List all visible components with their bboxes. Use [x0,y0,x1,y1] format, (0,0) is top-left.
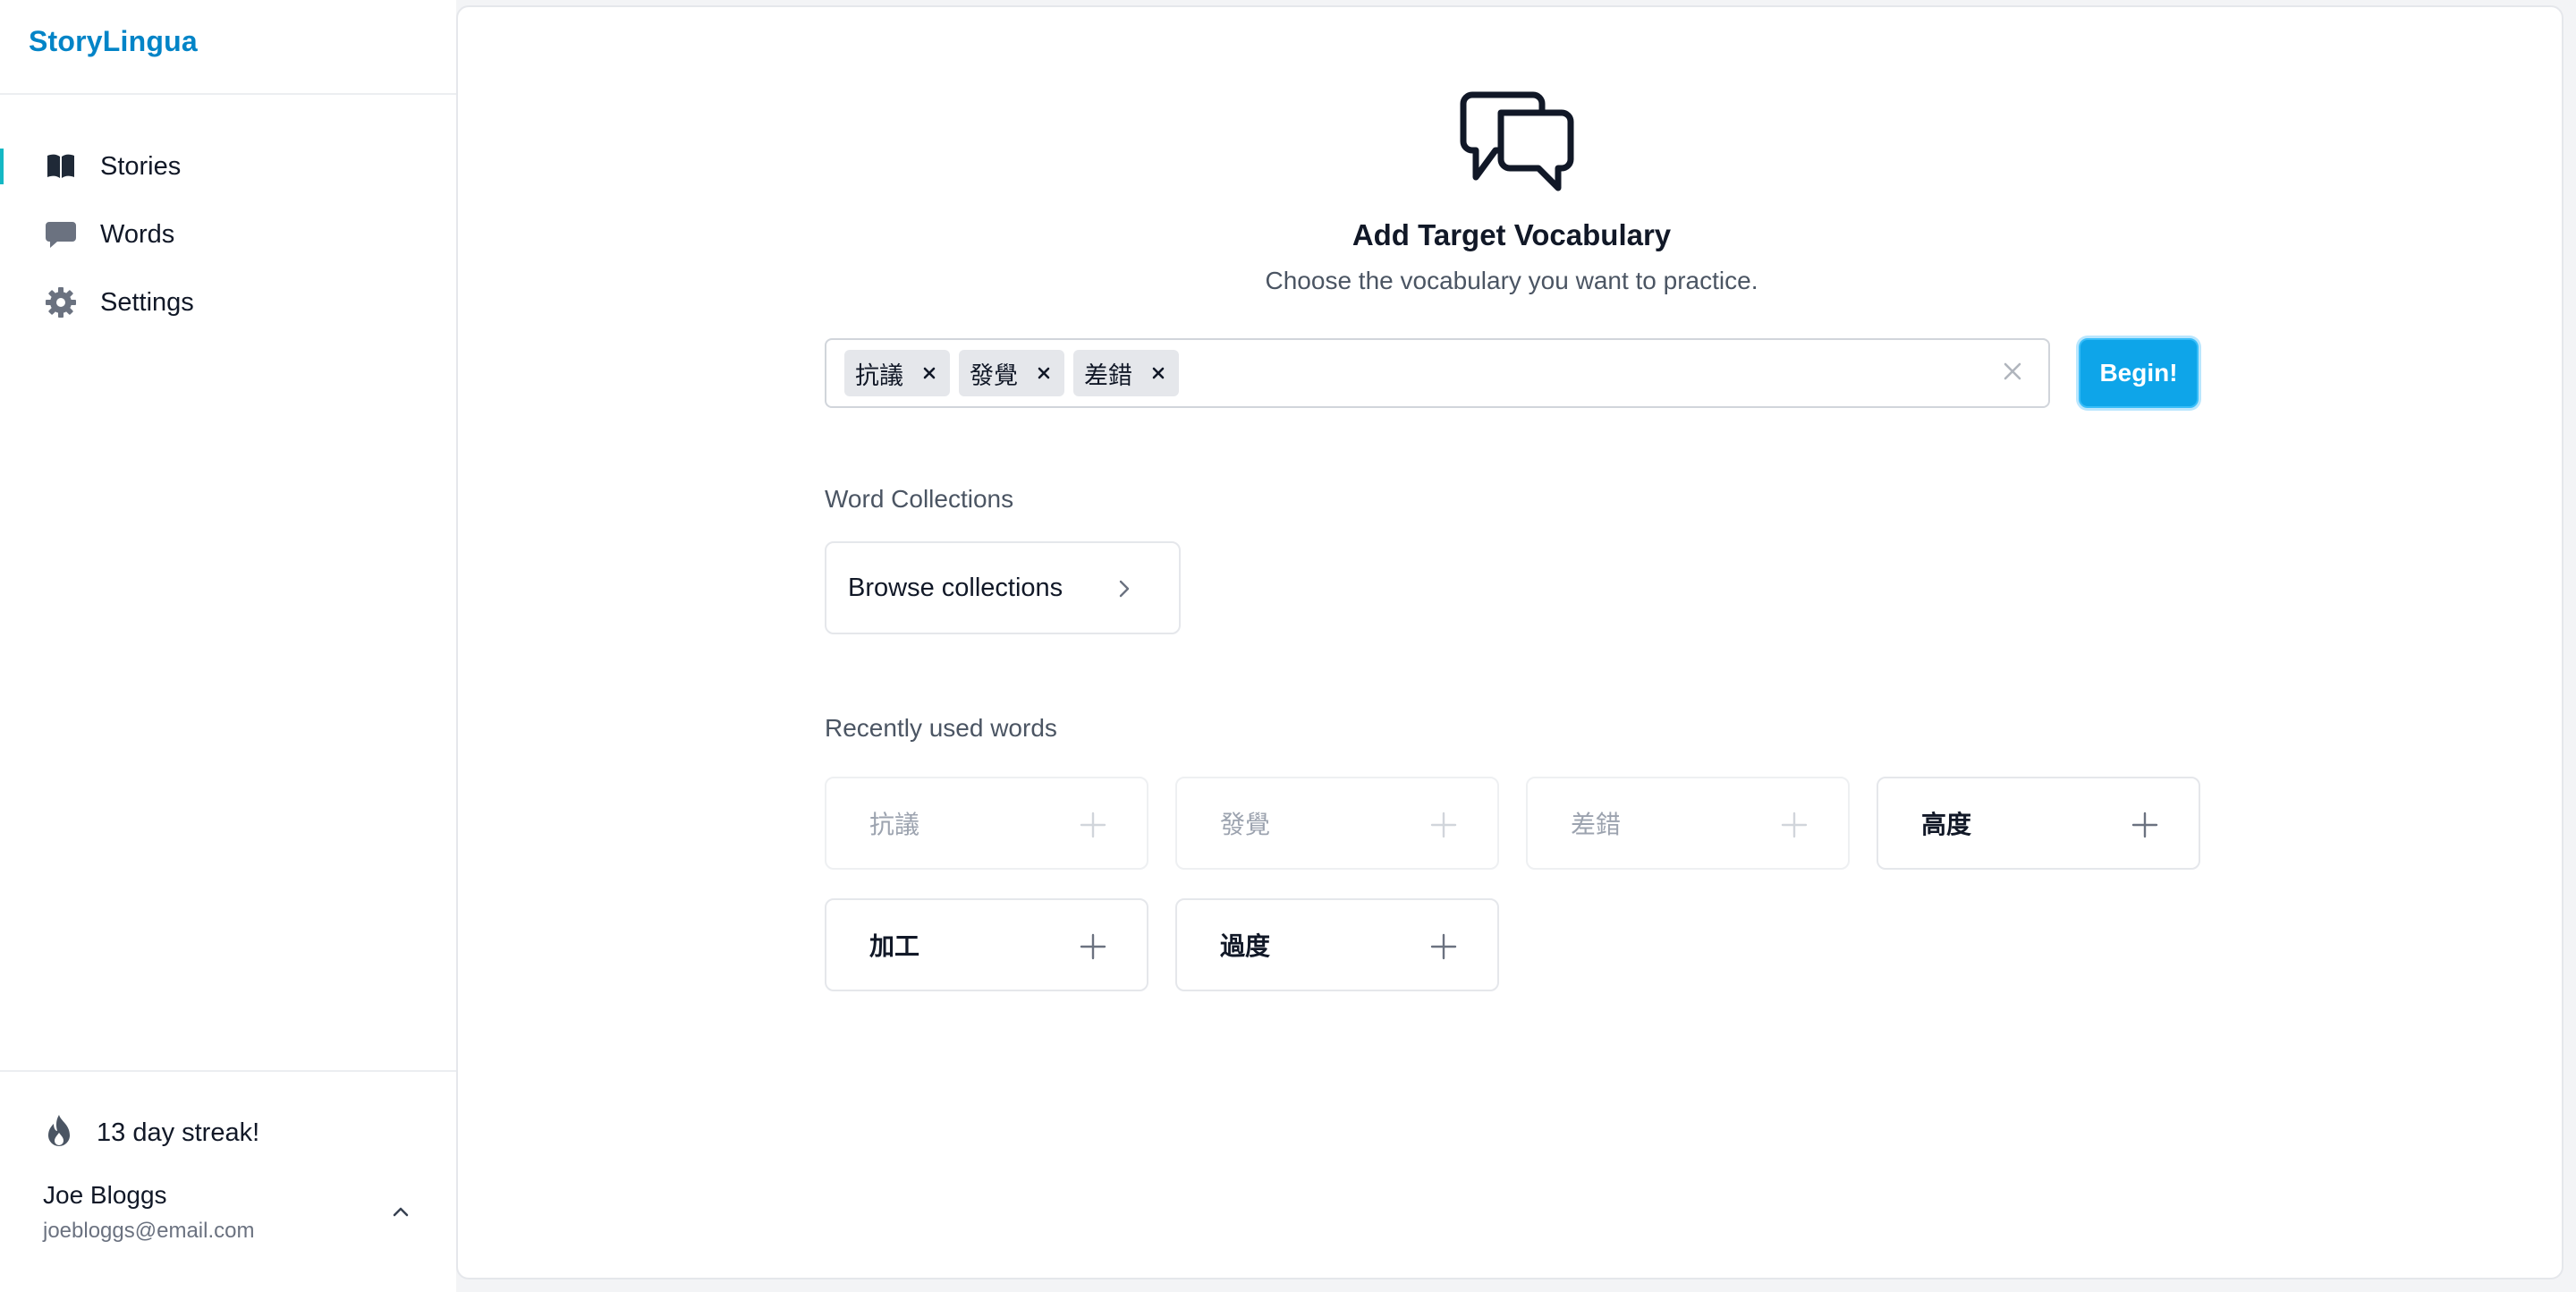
clear-input-button[interactable] [1995,355,2030,391]
sidebar-item-words[interactable]: Words [0,200,456,268]
sidebar-item-label: Settings [100,287,194,317]
page-subtitle: Choose the vocabulary you want to practi… [1265,267,1758,294]
chevron-up-icon [392,1205,410,1222]
plus-icon [1079,811,1107,839]
main-panel: Add Target Vocabulary Choose the vocabul… [456,5,2563,1279]
remove-chip-icon[interactable] [1034,363,1054,383]
vocabulary-input[interactable]: 抗議 發覺 差錯 [825,338,2050,408]
recent-word-label: 加工 [869,932,920,960]
user-name: Joe Bloggs [43,1181,167,1209]
flame-icon [43,1113,75,1153]
plus-icon [1429,932,1458,961]
word-collections-heading: Word Collections [825,485,1014,513]
sidebar-divider [0,1070,456,1072]
sidebar-item-label: Words [100,219,175,249]
plus-icon [1079,932,1107,961]
chevron-right-icon [1111,575,1138,602]
sidebar-divider [0,93,456,95]
user-profile: Joe Bloggs joebloggs@email.com [43,1181,419,1244]
speech-bubble-icon [43,217,79,252]
recent-word-card[interactable]: 過度 [1175,898,1499,991]
recent-word-label: 高度 [1921,811,1972,838]
browse-collections-label: Browse collections [848,573,1063,602]
user-email: joebloggs@email.com [43,1219,255,1243]
sidebar-item-label: Stories [100,151,182,181]
vocabulary-text-input[interactable] [1188,346,1995,400]
vocab-chip: 差錯 [1073,350,1179,396]
vocab-chip-label: 抗議 [855,361,903,389]
recent-word-card[interactable]: 抗議 [825,777,1148,870]
browse-collections-button[interactable]: Browse collections [825,541,1181,634]
recent-word-card[interactable]: 差錯 [1526,777,1850,870]
recent-word-card[interactable]: 高度 [1877,777,2200,870]
streak-label: 13 day streak! [97,1118,260,1147]
recent-word-label: 過度 [1220,932,1271,960]
remove-chip-icon[interactable] [1148,363,1168,383]
plus-icon [1780,811,1809,839]
sidebar-item-settings[interactable]: Settings [0,268,456,336]
sidebar-item-stories[interactable]: Stories [0,132,456,200]
vocab-chip-label: 差錯 [1084,361,1132,389]
recent-words-heading: Recently used words [825,714,1057,742]
recent-word-card[interactable]: 加工 [825,898,1148,991]
sidebar: StoryLingua Stories Words Settings 13 da… [0,0,456,1292]
open-book-icon [43,149,79,184]
page-title: Add Target Vocabulary [1352,218,1672,251]
begin-button[interactable]: Begin! [2079,338,2199,408]
brand-logo[interactable]: StoryLingua [29,25,198,58]
remove-chip-icon[interactable] [919,363,939,383]
streak-indicator: 13 day streak! [43,1113,259,1153]
recent-word-card[interactable]: 發覺 [1175,777,1499,870]
recent-word-label: 抗議 [869,811,920,838]
chat-bubbles-icon [1460,89,1574,193]
plus-icon [1429,811,1458,839]
recent-word-label: 差錯 [1571,811,1622,838]
app-window: StoryLingua Stories Words Settings 13 da… [0,0,2576,1292]
close-icon [2003,361,2022,386]
gear-icon [43,285,79,320]
plus-icon [2131,811,2159,839]
vocab-chip: 抗議 [844,350,950,396]
vocab-chip-label: 發覺 [970,361,1018,389]
vocab-chip: 發覺 [959,350,1064,396]
user-menu-toggle[interactable] [386,1199,415,1228]
recent-word-label: 發覺 [1220,811,1271,838]
sidebar-nav: Stories Words Settings [0,132,456,336]
